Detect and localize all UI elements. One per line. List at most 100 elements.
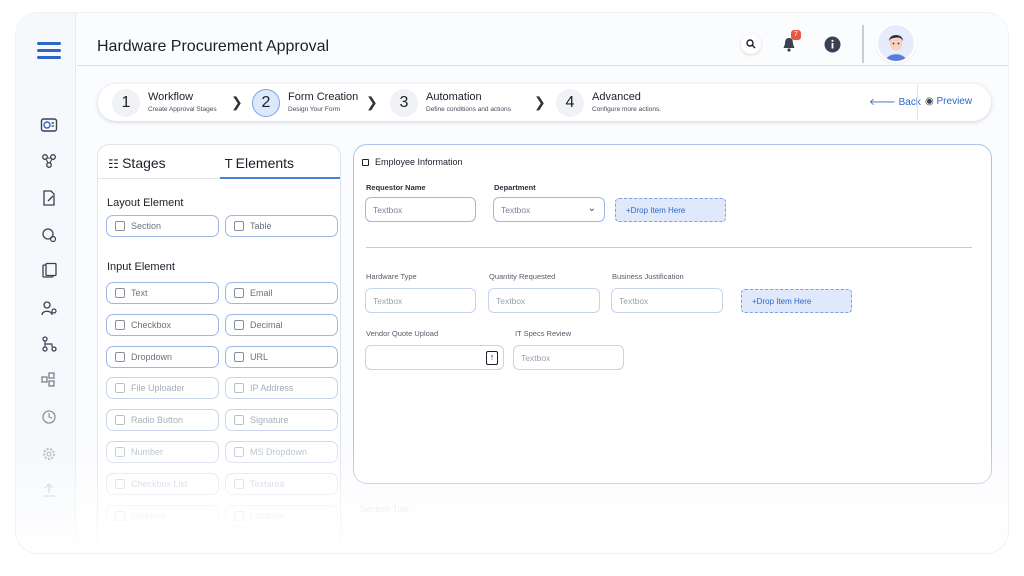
step-sub: Define conditions and actions [426, 106, 511, 113]
hardware-type-input[interactable]: Textbox [365, 288, 476, 313]
workflow-icon[interactable] [40, 152, 58, 170]
tab-stages[interactable]: ☷ Stages [108, 155, 166, 171]
chevron-down-icon: ⌄ [587, 203, 596, 214]
element-section[interactable]: Section [106, 215, 219, 237]
header-divider [862, 25, 864, 63]
element-ms-dropdown[interactable]: MS Dropdown [225, 441, 338, 463]
number-icon [115, 447, 125, 457]
radio-icon [115, 415, 125, 425]
history-icon[interactable] [40, 408, 58, 426]
element-location[interactable]: Location [225, 505, 338, 527]
users-settings-icon[interactable] [40, 299, 58, 317]
top-header: Hardware Procurement Approval 7 [77, 13, 1008, 66]
text-icon [115, 288, 125, 298]
element-label: File Uploader [131, 383, 185, 393]
element-label: Radio Button [131, 415, 184, 425]
eye-icon: ◉ [925, 96, 937, 107]
step-number: 3 [390, 89, 418, 117]
link-icon [234, 352, 244, 362]
dashboard-icon[interactable] [40, 116, 58, 134]
search-icon[interactable] [741, 34, 761, 54]
hamburger-menu-icon[interactable] [37, 42, 61, 60]
element-checkbox-list[interactable]: Checkbox List [106, 473, 219, 495]
element-file-uploader[interactable]: File Uploader [106, 377, 219, 399]
dropdown-value: Textbox [501, 204, 531, 215]
upload-icon[interactable] [40, 481, 58, 499]
file-icon [115, 383, 125, 393]
field-label: Business Justification [612, 272, 684, 281]
upload-file-icon: ↑ [486, 351, 498, 365]
element-label: URL [250, 352, 269, 362]
ms-dropdown-icon [234, 447, 244, 457]
back-button[interactable]: 🡐 Back [869, 96, 921, 108]
element-checkbox[interactable]: Checkbox [106, 314, 219, 336]
step-label: Form Creation [288, 91, 359, 103]
section-title: Employee Information [375, 157, 463, 167]
documents-icon[interactable] [40, 262, 58, 280]
checklist-icon [115, 479, 125, 489]
checkbox-icon [115, 320, 125, 330]
integrations-icon[interactable] [40, 371, 58, 389]
field-label: IT Specs Review [515, 329, 572, 338]
step-label: Workflow [148, 91, 194, 103]
element-label: Checkbox List [131, 479, 188, 489]
department-dropdown[interactable]: Textbox ⌄ [493, 197, 605, 222]
section-header[interactable]: Employee Information [362, 157, 463, 167]
input-element-heading: Input Element [107, 261, 175, 273]
element-textarea[interactable]: Textarea [225, 473, 338, 495]
drop-zone[interactable]: +Drop Item Here [615, 198, 726, 222]
notification-badge: 7 [791, 30, 801, 40]
stepper-bar: 1 Workflow Create Approval Stages ❯ 2 Fo… [98, 84, 991, 121]
preview-label: Preview [936, 96, 973, 107]
element-ip-address[interactable]: IP Address [225, 377, 338, 399]
signature-icon [234, 415, 244, 425]
element-email[interactable]: Email [225, 282, 338, 304]
gear-icon[interactable] [40, 445, 58, 463]
element-radio-button[interactable]: Radio Button [106, 409, 219, 431]
text-tool-icon: 𝖳 [225, 157, 236, 171]
element-url[interactable]: URL [225, 346, 338, 368]
info-icon[interactable] [822, 34, 842, 54]
form-edit-icon[interactable] [40, 189, 58, 207]
element-label: Dropdown [131, 352, 173, 362]
element-signature[interactable]: Signature [225, 409, 338, 431]
element-text[interactable]: Text [106, 282, 219, 304]
step-number: 2 [252, 89, 280, 117]
chevron-right-icon: ❯ [231, 94, 243, 110]
step-number: 4 [556, 89, 584, 117]
vendor-quote-upload[interactable]: ↑ [365, 345, 504, 370]
avatar[interactable] [878, 25, 914, 61]
mail-icon [234, 288, 244, 298]
settings-user-icon[interactable] [40, 226, 58, 244]
chevron-right-icon: ❯ [366, 94, 378, 110]
element-label: Signature [250, 415, 289, 425]
element-label: Textarea [250, 479, 285, 489]
map-icon [234, 511, 244, 521]
step-label: Advanced [592, 91, 641, 103]
business-justification-input[interactable]: Textbox [611, 288, 723, 313]
tab-stages-label: Stages [122, 155, 166, 171]
element-label: Checkbox [131, 320, 172, 330]
decimal-icon [234, 320, 244, 330]
step-sub: Configure more actions. [592, 106, 662, 113]
element-label: Decimal [250, 320, 283, 330]
textarea-icon [234, 479, 244, 489]
it-specs-review-input[interactable]: Textbox [513, 345, 624, 370]
requestor-name-input[interactable]: Textbox [365, 197, 476, 222]
step-sub: Create Approval Stages [148, 106, 217, 113]
element-datetime[interactable]: Datetime [106, 505, 219, 527]
tab-elements[interactable]: 𝖳 Elements [225, 155, 294, 171]
element-table[interactable]: Table [225, 215, 338, 237]
preview-button[interactable]: ◉ Preview [925, 96, 972, 107]
element-dropdown[interactable]: Dropdown [106, 346, 219, 368]
element-number[interactable]: Number [106, 441, 219, 463]
hierarchy-icon[interactable] [40, 335, 58, 353]
nav-rail [16, 13, 76, 553]
field-label: Vendor Quote Upload [366, 329, 439, 338]
page-title: Hardware Procurement Approval [97, 38, 330, 55]
quantity-requested-input[interactable]: Textbox [488, 288, 600, 313]
element-decimal[interactable]: Decimal [225, 314, 338, 336]
element-label: Email [250, 288, 273, 298]
field-label: Hardware Type [366, 272, 417, 281]
drop-zone[interactable]: +Drop Item Here [741, 289, 852, 313]
